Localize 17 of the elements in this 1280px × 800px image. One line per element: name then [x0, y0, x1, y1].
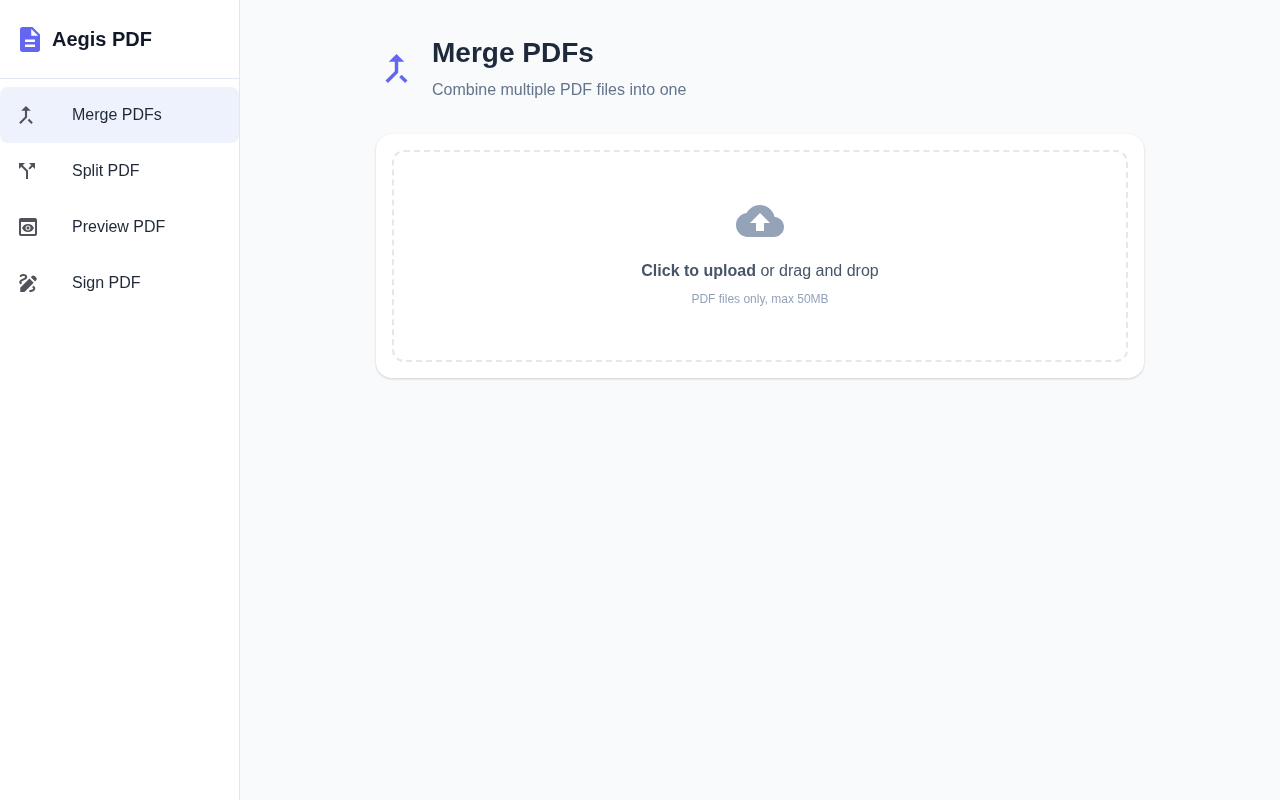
cloud-upload-icon [736, 205, 784, 237]
app-title: Aegis PDF [52, 27, 153, 52]
sidebar-item[interactable]: Split PDF [0, 143, 239, 199]
upload-dropzone[interactable]: Click to upload or drag and drop PDF files only, max 50MB [392, 150, 1128, 362]
merge-icon [19, 106, 33, 124]
upload-prompt: Click to upload or drag and drop [641, 261, 879, 281]
page-title: Merge PDFs [432, 36, 595, 70]
upload-hint: PDF files only, max 50MB [691, 291, 829, 307]
split-icon [19, 163, 35, 179]
merge-icon [385, 54, 408, 83]
pen-icon [19, 274, 37, 292]
sidebar-item[interactable]: Merge PDFs [0, 87, 239, 143]
eye-icon [19, 218, 37, 236]
document-icon [20, 26, 40, 52]
page-subtitle: Combine multiple PDF files into one [432, 80, 687, 100]
sidebar-item[interactable]: Preview PDF [0, 199, 239, 255]
sidebar-item[interactable]: Sign PDF [0, 255, 239, 311]
